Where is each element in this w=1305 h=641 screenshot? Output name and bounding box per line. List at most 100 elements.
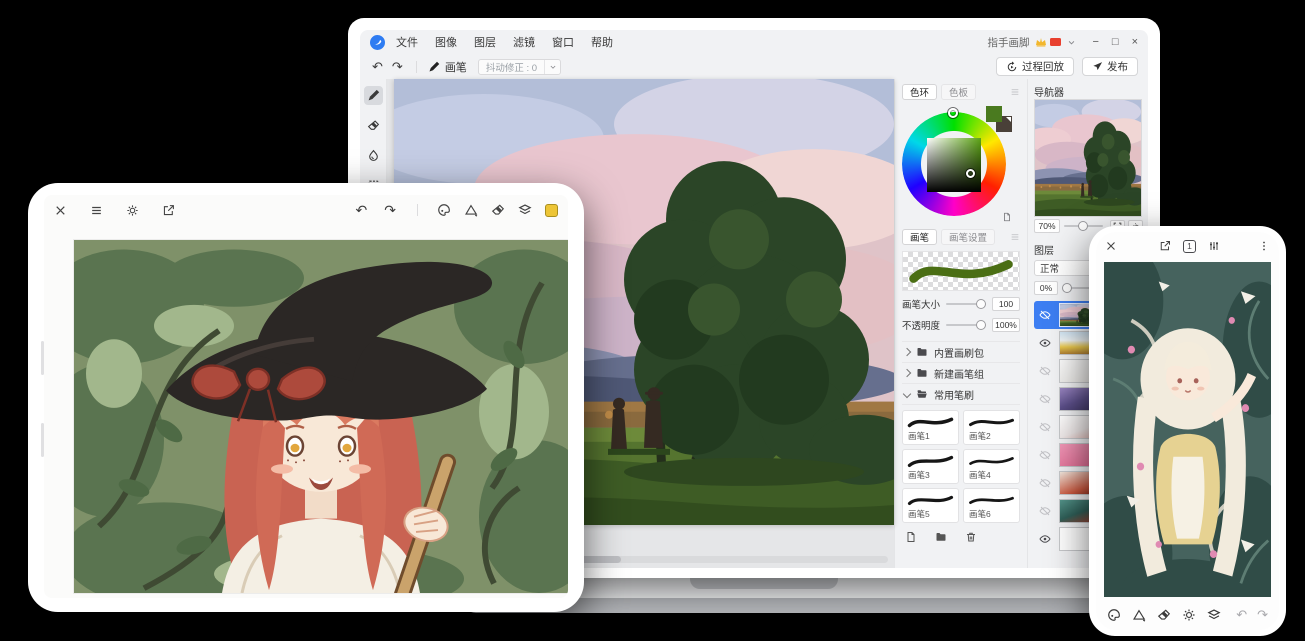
palette-icon[interactable] (437, 203, 451, 217)
replay-button[interactable]: 过程回放 (996, 57, 1074, 76)
layer-count-chip[interactable]: 1 (1183, 240, 1196, 253)
foreground-background-swatches[interactable] (986, 106, 1012, 132)
visibility-off-icon[interactable] (1036, 309, 1054, 321)
menu-layer[interactable]: 图层 (474, 34, 496, 50)
redo-button[interactable]: ↷ (382, 203, 398, 217)
phone-screen: 1 (1096, 232, 1279, 630)
more-menu-icon[interactable] (1258, 240, 1270, 252)
brush-size-label: 画笔大小 (902, 297, 940, 311)
menu-icon[interactable] (90, 204, 103, 217)
chevron-down-icon (903, 390, 911, 398)
shape-triangle-icon[interactable] (464, 203, 478, 217)
smudge-tool-button[interactable] (364, 146, 383, 165)
stabilization-chevron-icon[interactable] (544, 60, 560, 74)
eraser-icon[interactable] (491, 203, 505, 217)
phone-bottom-toolbar: ↶ ↷ (1096, 599, 1279, 630)
export-icon[interactable] (162, 204, 175, 217)
phone-device: 1 (1089, 226, 1286, 636)
close-icon[interactable] (1105, 240, 1117, 252)
visibility-off-icon[interactable] (1036, 393, 1054, 405)
close-icon[interactable] (54, 204, 67, 217)
minimize-button[interactable]: − (1092, 36, 1098, 48)
tab-color-wheel[interactable]: 色环 (902, 84, 937, 100)
color-wheel[interactable] (902, 106, 1014, 222)
menu-help[interactable]: 帮助 (591, 34, 613, 50)
tablet-screen: ↶ ↷ (44, 195, 568, 598)
brush-card[interactable]: 画笔3 (902, 449, 959, 484)
folder-icon (916, 367, 928, 379)
current-color-swatch[interactable] (545, 204, 558, 217)
eraser-tool-button[interactable] (364, 116, 383, 135)
brush-card[interactable]: 画笔1 (902, 410, 959, 445)
close-button[interactable]: × (1132, 36, 1138, 48)
stabilization-control[interactable]: 抖动修正 : 0 (478, 59, 561, 75)
export-icon[interactable] (1159, 240, 1171, 252)
zoom-slider[interactable] (1064, 225, 1103, 227)
brush-card[interactable]: 画笔4 (963, 449, 1020, 484)
color-panel-menu-icon[interactable] (1010, 87, 1020, 97)
brush-opacity-label: 不透明度 (902, 318, 940, 332)
brush-size-slider[interactable] (946, 303, 986, 305)
visibility-off-icon[interactable] (1036, 477, 1054, 489)
saturation-value-knob[interactable] (966, 169, 975, 178)
menu-image[interactable]: 图像 (435, 34, 457, 50)
menu-file[interactable]: 文件 (396, 34, 418, 50)
tablet-device: ↶ ↷ (28, 183, 584, 612)
undo-button[interactable]: ↶ (354, 203, 370, 217)
shape-triangle-icon[interactable] (1132, 608, 1146, 622)
brush-card[interactable]: 画笔6 (963, 488, 1020, 523)
undo-button[interactable]: ↶ (1236, 607, 1247, 623)
layers-icon[interactable] (1207, 608, 1221, 622)
tab-color-swatches[interactable]: 色板 (941, 84, 976, 100)
visibility-off-icon[interactable] (1036, 421, 1054, 433)
visibility-off-icon[interactable] (1036, 449, 1054, 461)
brush-size-value[interactable]: 100 (992, 297, 1020, 311)
brush-card[interactable]: 画笔2 (963, 410, 1020, 445)
redo-button[interactable]: ↷ (1257, 607, 1268, 623)
brush-panel-menu-icon[interactable] (1010, 232, 1020, 242)
maximize-button[interactable]: □ (1112, 36, 1119, 48)
tab-brush-settings[interactable]: 画笔设置 (941, 229, 995, 245)
redo-button[interactable]: ↷ (390, 60, 405, 73)
zoom-value[interactable]: 70% (1034, 219, 1060, 233)
delete-brush-icon[interactable] (965, 531, 977, 543)
tablet-artwork-witch-girl[interactable] (74, 240, 568, 593)
brush-group-builtin[interactable]: 内置画刷包 (902, 341, 1020, 362)
tablet-toolbar: ↶ ↷ (44, 195, 568, 225)
visibility-on-icon[interactable] (1036, 533, 1054, 545)
brush-tool-label[interactable]: 画笔 (445, 59, 467, 75)
color-wheel-icon[interactable] (1182, 608, 1196, 622)
brush-card[interactable]: 画笔5 (902, 488, 959, 523)
brush-tool-button[interactable] (364, 86, 383, 105)
brush-group-common[interactable]: 常用笔刷 (902, 383, 1020, 404)
phone-artwork-white-haired-girl[interactable] (1104, 262, 1271, 597)
layers-icon[interactable] (518, 203, 532, 217)
publish-button[interactable]: 发布 (1082, 57, 1138, 76)
brush-opacity-value[interactable]: 100% (992, 318, 1020, 332)
navigator-thumbnail[interactable] (1034, 99, 1142, 217)
brush-group-new[interactable]: 新建画笔组 (902, 362, 1020, 383)
foreground-color-swatch[interactable] (986, 106, 1002, 122)
palette-icon[interactable] (1107, 608, 1121, 622)
visibility-on-icon[interactable] (1036, 337, 1054, 349)
saturation-value-square[interactable] (927, 138, 981, 192)
menu-window[interactable]: 窗口 (552, 34, 574, 50)
account-chevron-icon[interactable] (1067, 38, 1076, 47)
visibility-off-icon[interactable] (1036, 505, 1054, 517)
adjustments-sliders-icon[interactable] (1208, 240, 1220, 252)
menu-filter[interactable]: 滤镜 (513, 34, 535, 50)
tab-brush[interactable]: 画笔 (902, 229, 937, 245)
settings-gear-icon[interactable] (126, 204, 139, 217)
brush-grid: 画笔1 画笔2 画笔3 (902, 410, 1020, 523)
brush-opacity-slider[interactable] (946, 324, 986, 326)
hue-knob[interactable] (948, 108, 958, 118)
brush-tool-icon (428, 61, 440, 73)
visibility-off-icon[interactable] (1036, 365, 1054, 377)
layer-opacity-value[interactable]: 0% (1034, 281, 1058, 295)
eraser-icon[interactable] (1157, 608, 1171, 622)
replay-icon (1006, 61, 1018, 73)
new-brush-folder-icon[interactable] (935, 531, 947, 543)
undo-button[interactable]: ↶ (370, 60, 385, 73)
color-history-icon[interactable] (1002, 212, 1012, 222)
new-brush-icon[interactable] (905, 531, 917, 543)
